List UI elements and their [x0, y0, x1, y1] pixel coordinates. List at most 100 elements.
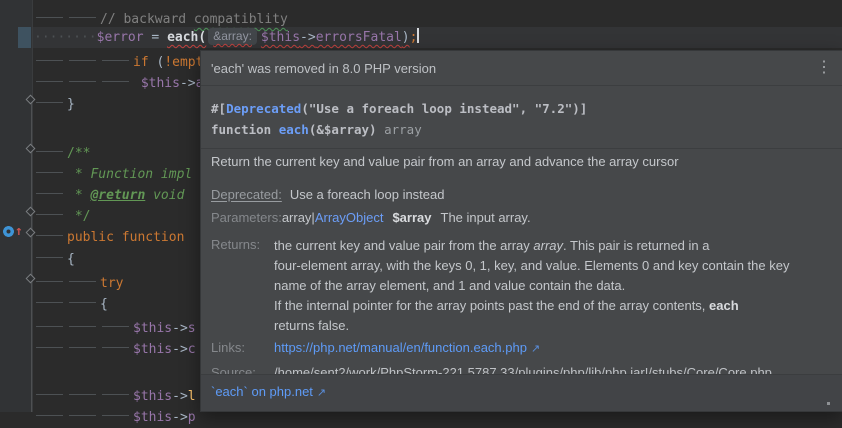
code-token: [34, 203, 67, 220]
code-token: [34, 182, 67, 199]
code-token: [67, 270, 100, 287]
popup-footer: `each` on php.net ↗: [201, 374, 842, 411]
more-options-icon[interactable]: ⋮: [816, 60, 832, 76]
code-token: $this: [133, 389, 173, 404]
code-token: [67, 291, 100, 308]
override-method-gutter-icon[interactable]: ↑: [3, 225, 23, 238]
code-line[interactable]: try: [34, 270, 123, 291]
code-token: [100, 336, 133, 353]
returns-line: the current key and value pair from the …: [274, 236, 830, 256]
deprecated-label: Deprecated:: [211, 187, 282, 202]
parameters-label: Parameters:: [211, 210, 282, 225]
code-line[interactable]: * @return void: [34, 182, 184, 203]
overrides-icon: [3, 226, 14, 237]
code-token: /**: [67, 146, 91, 161]
code-line[interactable]: // backward compatiblity: [34, 6, 288, 27]
code-line[interactable]: if (!empty($: [34, 49, 227, 70]
code-token: returns false.: [274, 318, 350, 333]
code-token: p: [187, 410, 196, 425]
code-token: [34, 49, 67, 66]
code-token: [34, 291, 67, 308]
code-token: [67, 49, 100, 66]
code-line[interactable]: public function: [34, 224, 192, 245]
code-token: ->: [172, 410, 188, 425]
code-token: =: [143, 30, 168, 45]
code-token: // backward: [100, 12, 194, 27]
code-token: [34, 140, 67, 157]
each-function-link[interactable]: each: [279, 122, 309, 137]
editor-gutter: ↑: [0, 0, 33, 412]
code-token: ;: [409, 30, 418, 45]
deprecated-attribute-link[interactable]: Deprecated: [226, 101, 301, 116]
code-token: *: [67, 167, 91, 182]
code-line[interactable]: {: [34, 246, 75, 267]
code-token: @return: [90, 188, 146, 203]
arrayobject-type-link[interactable]: ArrayObject: [315, 210, 384, 225]
function-signature: #[Deprecated("Use a foreach loop instead…: [201, 86, 842, 149]
code-token: [34, 6, 67, 23]
code-token: four-element array, with the keys 0, 1, …: [274, 258, 790, 273]
external-link-icon: ↗: [316, 387, 327, 399]
resize-grip[interactable]: [827, 402, 830, 405]
code-token: $error: [96, 30, 144, 45]
function-declaration-line: function each(&$array) array: [211, 119, 832, 140]
code-token: Function impl: [90, 167, 193, 182]
code-token: [67, 383, 100, 400]
code-line[interactable]: */: [34, 203, 90, 224]
code-line[interactable]: $this->s: [34, 315, 196, 336]
parameters-row: Parameters: array|ArrayObject $array The i…: [211, 209, 830, 226]
code-token: {: [67, 252, 75, 267]
code-token: [100, 383, 133, 400]
code-token: function: [211, 122, 279, 137]
code-line[interactable]: {: [34, 291, 108, 312]
code-token: ->: [172, 389, 188, 404]
caret-line-gutter-marker: [18, 27, 31, 48]
code-token: array: [384, 122, 422, 137]
code-token: the current key and value pair from the …: [274, 238, 534, 253]
code-token: [100, 404, 133, 421]
returns-value: the current key and value pair from the …: [274, 236, 830, 336]
documentation-popup: 'each' was removed in 8.0 PHP version ⋮ …: [200, 50, 842, 412]
code-line[interactable]: $this->l: [34, 383, 196, 404]
php-manual-link[interactable]: https://php.net/manual/en/function.each.…: [274, 340, 527, 355]
parameter-name-inlay-hint: &array:: [208, 28, 257, 45]
returns-label: Returns:: [211, 237, 261, 252]
code-token: #[: [211, 101, 227, 116]
code-token: array: [533, 238, 564, 253]
code-token: [34, 383, 67, 400]
code-token: (&$array): [308, 122, 385, 137]
code-token: $this: [133, 410, 173, 425]
code-line[interactable]: }: [34, 91, 75, 112]
code-token: compatiblity: [193, 12, 288, 27]
php-net-link[interactable]: `each` on php.net: [211, 384, 313, 399]
code-token: [34, 336, 67, 353]
returns-line: returns false.: [274, 316, 830, 336]
links-row: Links: https://php.net/manual/en/functio…: [211, 339, 830, 358]
popup-title: 'each' was removed in 8.0 PHP version: [211, 60, 437, 76]
code-token: $this: [133, 342, 173, 357]
deprecated-attribute-line: #[Deprecated("Use a foreach loop instead…: [211, 98, 832, 119]
deprecated-row: Deprecated: Use a foreach loop instead: [211, 186, 830, 203]
code-line[interactable]: $this->a: [34, 70, 203, 91]
code-token: [34, 246, 67, 263]
code-token: }: [67, 97, 75, 112]
code-token: $this: [133, 321, 173, 336]
code-line[interactable]: $this->p: [34, 404, 196, 425]
code-line[interactable]: /**: [34, 140, 90, 161]
code-token: */: [67, 209, 91, 224]
code-token: s: [187, 321, 196, 336]
popup-header: 'each' was removed in 8.0 PHP version ⋮: [201, 51, 842, 86]
code-token: l: [187, 389, 196, 404]
code-token: [34, 224, 67, 241]
code-line[interactable]: $this->c: [34, 336, 196, 357]
code-token: The input array.: [440, 210, 531, 225]
returns-row: Returns: the current key and value pair …: [211, 236, 830, 336]
code-token: [100, 315, 133, 332]
code-line[interactable]: ········$error = each(&array: $this->erro…: [34, 27, 420, 48]
code-token: [100, 49, 133, 66]
code-token: [67, 70, 100, 87]
code-token: [34, 70, 67, 87]
returns-line: If the internal pointer for the array po…: [274, 296, 830, 316]
code-token: ->: [179, 76, 196, 91]
code-line[interactable]: * Function impl: [34, 161, 192, 182]
